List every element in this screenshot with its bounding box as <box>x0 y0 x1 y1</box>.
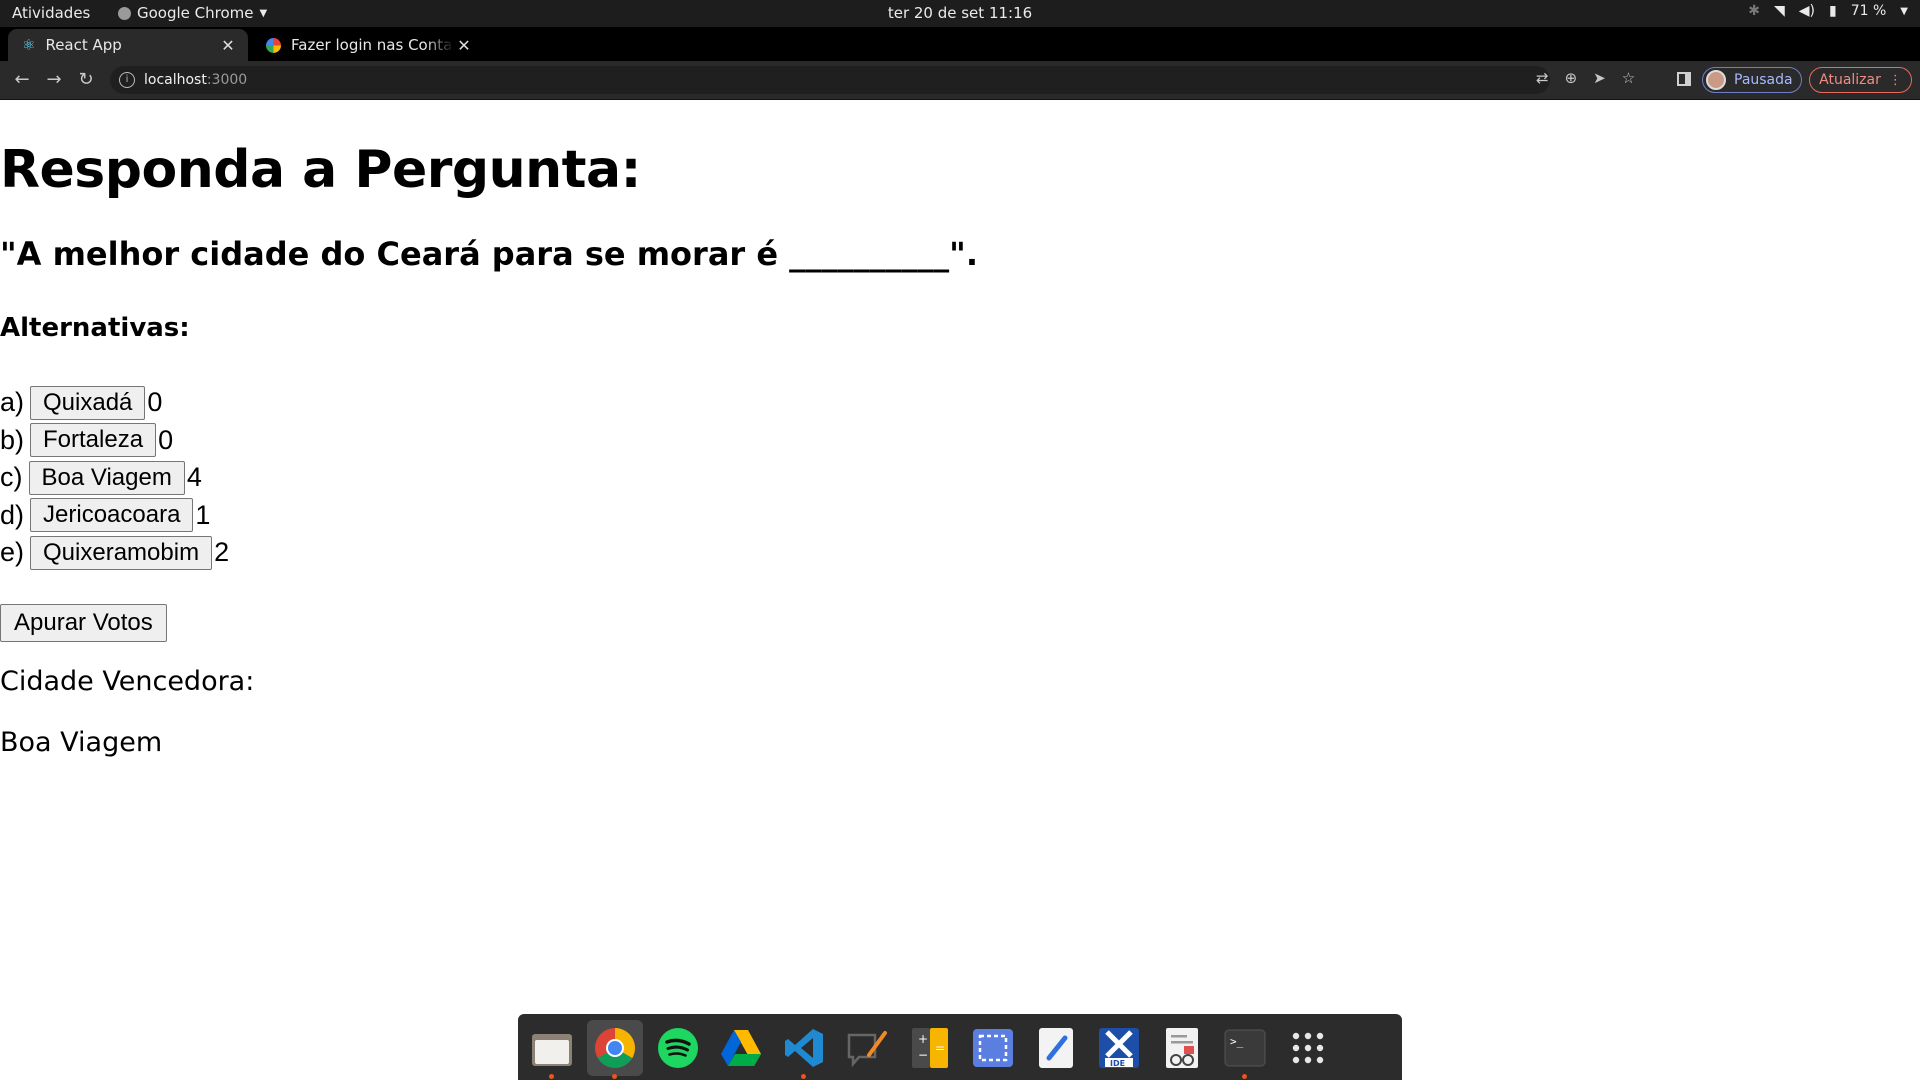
bookmark-star-icon[interactable]: ☆ <box>1622 69 1635 87</box>
back-icon[interactable]: ← <box>10 68 34 92</box>
svg-text:−: − <box>918 1048 928 1062</box>
svg-text:IDE: IDE <box>1110 1059 1125 1068</box>
translate-icon[interactable]: ⇄ <box>1536 69 1549 87</box>
clock: ter 20 de set 11:16 <box>0 4 1920 22</box>
vscode-icon[interactable] <box>776 1020 832 1079</box>
alternatives-title: Alternativas: <box>0 313 190 343</box>
close-tab-icon[interactable]: ✕ <box>454 36 474 55</box>
vote-button-quixada[interactable]: Quixadá <box>30 385 146 420</box>
vote-count: 4 <box>186 462 202 493</box>
vote-count: 2 <box>214 537 230 568</box>
volume-icon: ◀) <box>1798 3 1815 19</box>
document-viewer-icon[interactable] <box>1154 1020 1210 1076</box>
chrome-icon[interactable] <box>587 1020 643 1079</box>
running-indicator <box>549 1074 554 1079</box>
feedback-icon[interactable] <box>839 1020 895 1076</box>
forward-icon[interactable]: → <box>42 68 66 92</box>
system-tray[interactable]: ✱ ◥ ◀) ▮ 71 % ▼ <box>1748 3 1908 19</box>
tab-title: Fazer login nas Contas do Google <box>291 36 454 54</box>
options-list: a) Quixadá 0 b) Fortaleza 0 c) Boa Viage… <box>0 384 229 572</box>
update-button[interactable]: Atualizar ⋮ <box>1809 67 1912 93</box>
tab-title: React App <box>45 36 122 54</box>
vote-button-jericoacoara[interactable]: Jericoacoara <box>30 498 194 533</box>
winner-city: Boa Viagem <box>0 727 163 758</box>
terminal-icon[interactable]: >_ <box>1217 1020 1273 1079</box>
more-vert-icon: ⋮ <box>1888 72 1902 88</box>
running-indicator <box>801 1074 806 1079</box>
winner-label: Cidade Vencedora: <box>0 666 255 697</box>
vote-button-boa-viagem[interactable]: Boa Viagem <box>28 460 185 495</box>
omnibox-actions: ⇄ ⊕ ➤ ☆ <box>1536 69 1635 87</box>
option-letter: c) <box>0 462 23 493</box>
tab-strip: ⚛ React App ✕ Fazer login nas Contas do … <box>0 27 1920 83</box>
site-info-icon[interactable]: i <box>119 72 135 88</box>
dock: + − = IDE >_ <box>518 1014 1402 1080</box>
battery-percent: 71 % <box>1850 3 1887 19</box>
running-indicator <box>612 1074 617 1079</box>
vote-button-fortaleza[interactable]: Fortaleza <box>30 423 157 458</box>
option-letter: e) <box>0 537 25 568</box>
calculator-icon[interactable]: + − = <box>902 1020 958 1076</box>
system-top-bar: Atividades Google Chrome ▼ ter 20 de set… <box>0 0 1920 27</box>
option-item: d) Jericoacoara 1 <box>0 497 229 535</box>
page-title: Responda a Pergunta: <box>0 140 641 200</box>
tray-caret-icon: ▼ <box>1900 5 1908 17</box>
option-letter: a) <box>0 387 25 418</box>
vote-button-quixeramobim[interactable]: Quixeramobim <box>30 535 213 570</box>
profile-button[interactable]: Pausada <box>1702 67 1802 93</box>
tab-google-login[interactable]: Fazer login nas Contas do Google ✕ <box>252 29 484 61</box>
option-item: a) Quixadá 0 <box>0 384 229 422</box>
svg-text:+: + <box>918 1032 928 1046</box>
option-item: b) Fortaleza 0 <box>0 422 229 460</box>
avatar <box>1706 70 1726 90</box>
zoom-icon[interactable]: ⊕ <box>1565 69 1578 87</box>
xampp-ide-icon[interactable]: IDE <box>1091 1020 1147 1076</box>
svg-text:>_: >_ <box>1230 1035 1244 1048</box>
text-editor-icon[interactable] <box>1028 1020 1084 1076</box>
google-drive-icon[interactable] <box>713 1020 769 1076</box>
battery-icon: ▮ <box>1829 3 1837 19</box>
wifi-icon: ◥ <box>1773 3 1785 19</box>
send-icon[interactable]: ➤ <box>1593 69 1606 87</box>
react-icon: ⚛ <box>22 36 36 54</box>
screenshot-icon[interactable] <box>965 1020 1021 1076</box>
vote-count: 0 <box>147 387 163 418</box>
option-letter: d) <box>0 499 25 530</box>
url-host: localhost <box>144 72 207 88</box>
svg-text:=: = <box>935 1041 945 1055</box>
app-grid-icon[interactable] <box>1280 1020 1336 1076</box>
vote-count: 0 <box>158 424 174 455</box>
option-letter: b) <box>0 424 25 455</box>
side-panel-icon[interactable] <box>1677 72 1691 86</box>
option-item: e) Quixeramobim 2 <box>0 534 229 572</box>
question-text: "A melhor cidade do Ceará para se morar … <box>0 235 978 273</box>
profile-label: Pausada <box>1734 72 1793 88</box>
bluetooth-icon: ✱ <box>1748 3 1760 19</box>
spotify-icon[interactable] <box>650 1020 706 1076</box>
update-label: Atualizar <box>1819 72 1881 88</box>
close-tab-icon[interactable]: ✕ <box>218 36 238 55</box>
url-port: :3000 <box>206 72 248 88</box>
address-bar[interactable]: i localhost:3000 <box>110 66 1550 94</box>
tab-react-app[interactable]: ⚛ React App ✕ <box>8 29 248 61</box>
google-icon <box>266 37 281 53</box>
running-indicator <box>1242 1074 1247 1079</box>
vote-count: 1 <box>195 499 211 530</box>
tally-votes-button[interactable]: Apurar Votos <box>0 604 167 642</box>
reload-icon[interactable]: ↻ <box>74 68 98 92</box>
files-icon[interactable] <box>524 1020 580 1079</box>
clock-text[interactable]: ter 20 de set 11:16 <box>888 4 1032 22</box>
option-item: c) Boa Viagem 4 <box>0 459 229 497</box>
page-content: Responda a Pergunta: "A melhor cidade do… <box>0 100 1920 1080</box>
